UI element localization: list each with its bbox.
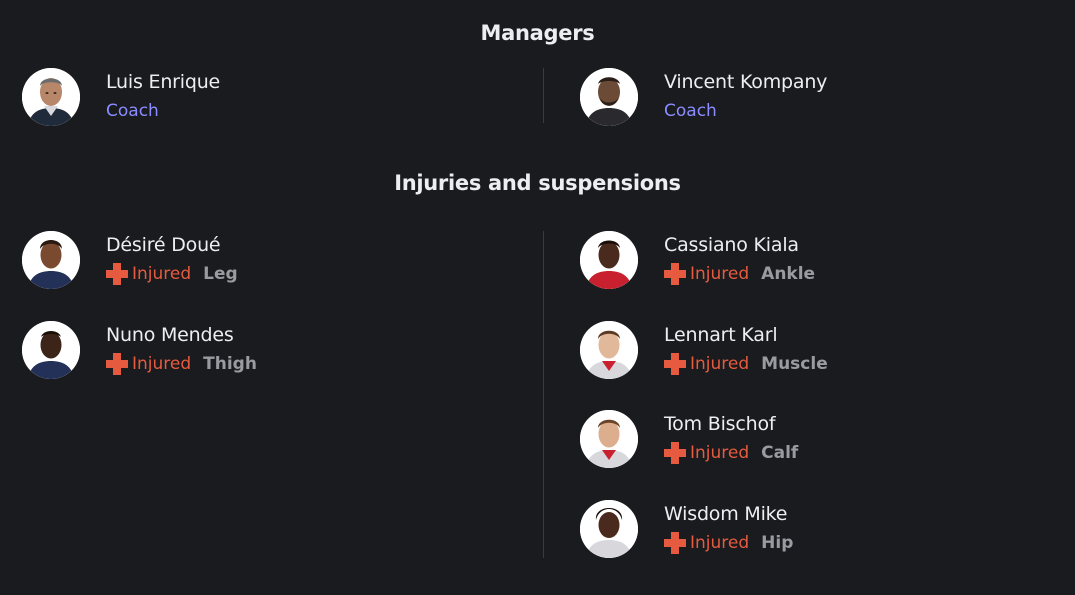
player-name: Wisdom Mike <box>664 503 788 525</box>
red-cross-icon <box>106 263 128 285</box>
player-name: Tom Bischof <box>664 413 776 435</box>
status-label: Injured <box>690 354 750 374</box>
managers-heading: Managers <box>480 21 595 45</box>
player-avatar <box>580 321 638 379</box>
injury-row-away-3[interactable]: Tom Bischof Injured Calf <box>580 410 1060 472</box>
manager-away[interactable]: Vincent Kompany Coach <box>580 68 1060 130</box>
injuries-column-divider <box>543 231 544 558</box>
status-label: Injured <box>690 264 750 284</box>
status-label: Injured <box>132 264 192 284</box>
status-label: Injured <box>690 443 750 463</box>
red-cross-icon <box>664 353 686 375</box>
injury-type: Calf <box>761 443 799 463</box>
manager-name: Luis Enrique <box>106 71 221 93</box>
injury-type: Ankle <box>761 264 816 284</box>
injury-row-away-4[interactable]: Wisdom Mike Injured Hip <box>580 500 1060 562</box>
status-label: Injured <box>132 354 192 374</box>
manager-role: Coach <box>664 101 717 121</box>
manager-avatar-luis-enrique <box>22 68 80 126</box>
injury-status: Injured Calf <box>664 442 798 464</box>
manager-home[interactable]: Luis Enrique Coach <box>22 68 522 130</box>
injury-type: Muscle <box>761 354 828 374</box>
status-label: Injured <box>690 533 750 553</box>
player-name: Cassiano Kiala <box>664 234 799 256</box>
injury-row-away-2[interactable]: Lennart Karl Injured Muscle <box>580 321 1060 383</box>
injuries-heading: Injuries and suspensions <box>394 171 681 195</box>
injury-type: Leg <box>203 264 238 284</box>
red-cross-icon <box>664 532 686 554</box>
injury-status: Injured Thigh <box>106 353 257 375</box>
injury-row-home-2[interactable]: Nuno Mendes Injured Thigh <box>22 321 522 383</box>
player-avatar <box>22 231 80 289</box>
manager-role: Coach <box>106 101 159 121</box>
player-avatar <box>580 500 638 558</box>
player-avatar <box>580 231 638 289</box>
injury-row-home-1[interactable]: Désiré Doué Injured Leg <box>22 231 522 293</box>
managers-column-divider <box>543 68 544 123</box>
red-cross-icon <box>664 442 686 464</box>
red-cross-icon <box>106 353 128 375</box>
player-name: Désiré Doué <box>106 234 221 256</box>
injury-row-away-1[interactable]: Cassiano Kiala Injured Ankle <box>580 231 1060 293</box>
injury-type: Hip <box>761 533 794 553</box>
injury-status: Injured Muscle <box>664 353 828 375</box>
injury-type: Thigh <box>203 354 257 374</box>
player-avatar <box>580 410 638 468</box>
manager-name: Vincent Kompany <box>664 71 828 93</box>
red-cross-icon <box>664 263 686 285</box>
injury-status: Injured Hip <box>664 532 793 554</box>
player-name: Lennart Karl <box>664 324 778 346</box>
player-avatar <box>22 321 80 379</box>
injury-status: Injured Ankle <box>664 263 815 285</box>
player-name: Nuno Mendes <box>106 324 234 346</box>
manager-avatar-vincent-kompany <box>580 68 638 126</box>
injury-status: Injured Leg <box>106 263 238 285</box>
